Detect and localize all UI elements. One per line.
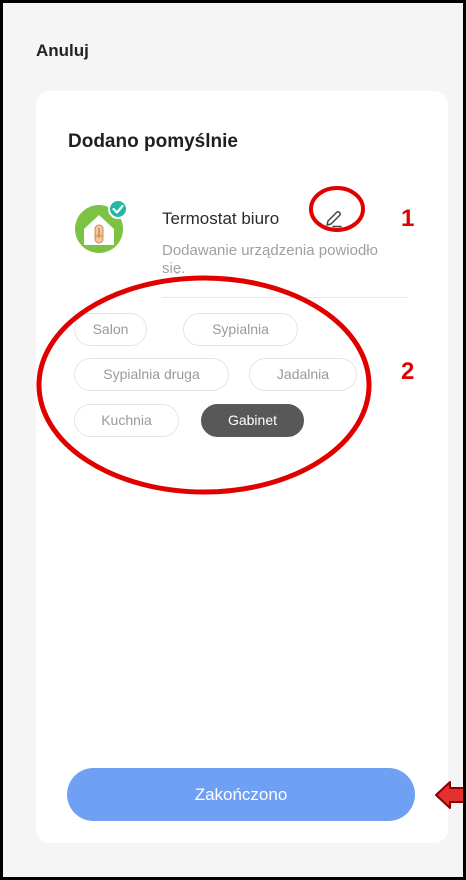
annotation-marker-2: 2 <box>401 358 415 385</box>
app-screen: Anuluj Dodano pomyślnie Termostat biuro … <box>0 0 466 880</box>
annotation-circle-2 <box>36 275 372 495</box>
left-arrow-icon <box>435 781 463 809</box>
annotation-marker-1: 1 <box>401 205 415 232</box>
annotation-overlay <box>36 186 463 809</box>
annotation-circle-1 <box>309 186 365 232</box>
